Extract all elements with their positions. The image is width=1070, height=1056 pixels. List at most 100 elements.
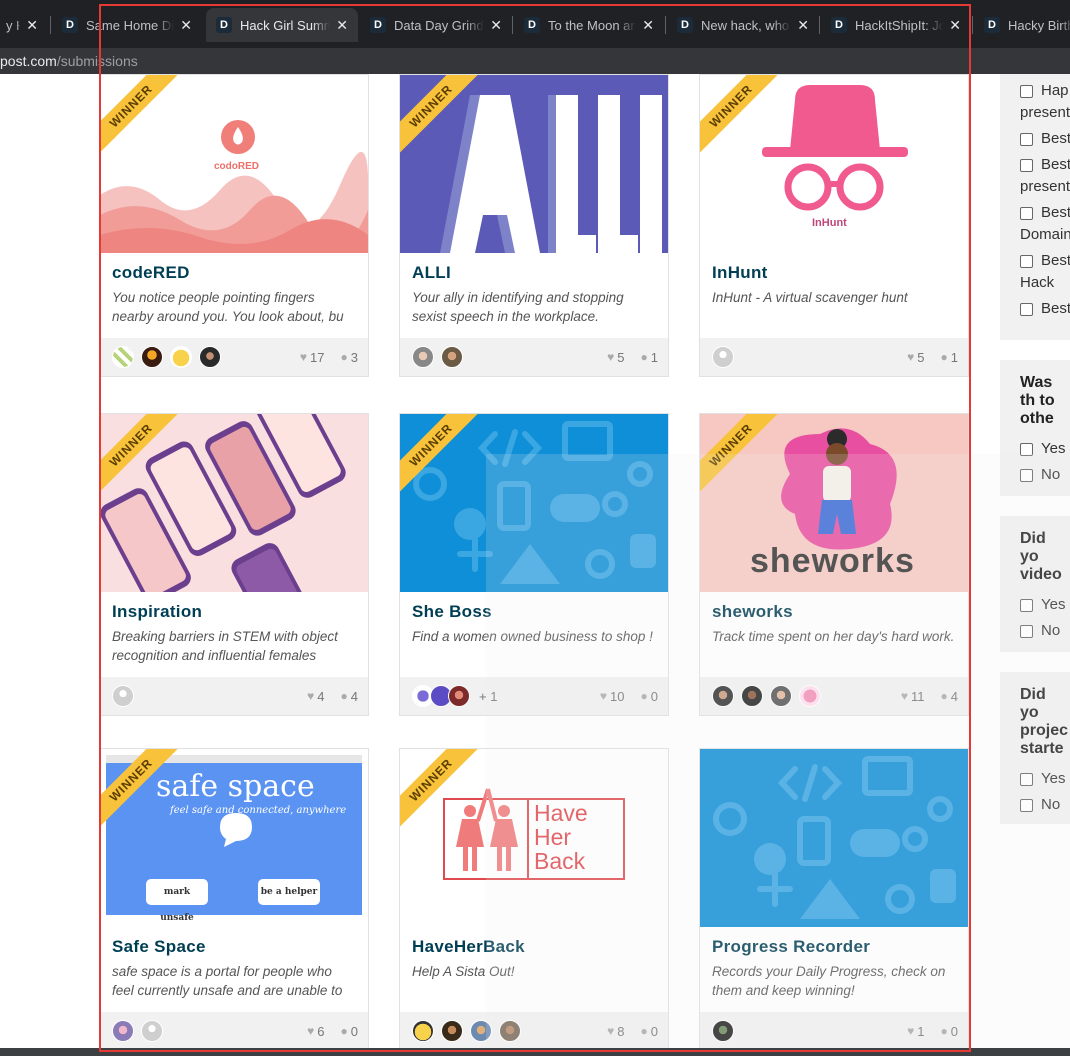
close-icon[interactable]: ✕ [642,17,654,34]
tab-0[interactable]: y Ha ✕ [0,8,48,42]
close-icon[interactable]: ✕ [949,17,961,34]
filter-label-continued: present [1000,102,1070,124]
filter-option[interactable]: Best [1000,298,1070,320]
filter-option[interactable]: Yes [1000,438,1070,460]
project-description: Track time spent on her day's hard work. [712,629,955,644]
avatar[interactable] [412,1020,434,1042]
card-footer: ♥ 1 ● 0 [700,1012,968,1050]
checkbox[interactable] [1020,85,1033,98]
avatar[interactable] [799,685,821,707]
project-title[interactable]: Inspiration [112,602,356,622]
question-filter-panel: Did yo video Yes No [1000,516,1070,652]
project-thumbnail[interactable]: sheworks WINNER [700,414,968,592]
project-title[interactable]: She Boss [412,602,656,622]
tab-7[interactable]: D Hacky Birtho [974,8,1070,42]
project-title[interactable]: sheworks [712,602,956,622]
checkbox[interactable] [1020,599,1033,612]
project-card[interactable]: sheworks WINNER sheworks Track time spen… [699,413,969,716]
filter-option[interactable]: Hap [1000,80,1070,102]
project-description: Find a women owned business to shop ! [412,629,653,644]
address-bar[interactable]: post.com/submissions [0,48,1070,74]
project-card[interactable]: WINNER ALLI Your ally in identifying and… [399,74,669,377]
project-card[interactable]: WINNER Inspiration Breaking barriers in … [99,413,369,716]
filter-option[interactable]: Best [1000,154,1070,176]
winner-ribbon: WINNER [100,414,180,494]
tab-5[interactable]: D New hack, who t ✕ [667,8,819,42]
tab-divider [665,16,666,34]
winner-ribbon: WINNER [400,75,480,155]
project-card[interactable]: codoRED WINNER codeRED You notice people… [99,74,369,377]
tab-2-active[interactable]: D Hack Girl Summe ✕ [206,8,358,42]
default-avatar-icon[interactable] [112,685,134,707]
avatar[interactable] [712,1020,734,1042]
filter-option[interactable]: Yes [1000,594,1070,616]
checkbox[interactable] [1020,207,1033,220]
close-icon[interactable]: ✕ [797,17,809,34]
checkbox[interactable] [1020,303,1033,316]
tab-4[interactable]: D To the Moon and ✕ [514,8,664,42]
filter-option[interactable]: Best [1000,128,1070,150]
checkbox[interactable] [1020,255,1033,268]
project-card[interactable]: InHunt WINNER InHunt InHunt - A virtual … [699,74,969,377]
checkbox[interactable] [1020,773,1033,786]
project-card[interactable]: WINNER She Boss Find a women owned busin… [399,413,669,716]
avatar[interactable] [112,346,134,368]
comment-icon: ● [340,350,348,364]
project-thumbnail[interactable]: WINNER [400,414,668,592]
project-card[interactable]: Progress Recorder Records your Daily Pro… [699,748,969,1051]
avatar[interactable] [199,346,221,368]
checkbox[interactable] [1020,159,1033,172]
avatar[interactable] [712,685,734,707]
filter-option[interactable]: No [1000,620,1070,642]
project-thumbnail[interactable]: InHunt WINNER [700,75,968,253]
close-icon[interactable]: ✕ [336,17,348,34]
filter-option[interactable]: Yes [1000,768,1070,790]
tab-3[interactable]: D Data Day Grind: I ✕ [360,8,512,42]
tab-1[interactable]: D Same Home Diff ✕ [52,8,202,42]
project-card[interactable]: Have Her Back WINNER HaveHerBack Help A … [399,748,669,1051]
project-thumbnail[interactable]: codoRED WINNER [100,75,368,253]
project-card[interactable]: safe space feel safe and connected, anyw… [99,748,369,1051]
avatar[interactable] [412,346,434,368]
winner-ribbon: WINNER [700,75,780,155]
comment-count: 4 [950,688,958,704]
heart-icon: ♥ [307,1024,315,1038]
avatar[interactable] [170,346,192,368]
checkbox[interactable] [1020,133,1033,146]
filter-option[interactable]: No [1000,794,1070,816]
checkbox[interactable] [1020,799,1033,812]
close-icon[interactable]: ✕ [490,17,502,34]
avatar[interactable] [441,1020,463,1042]
project-title[interactable]: codeRED [112,263,356,283]
default-avatar-icon[interactable] [141,1020,163,1042]
project-title[interactable]: InHunt [712,263,956,283]
tab-6[interactable]: D HackItShipIt: Join ✕ [821,8,971,42]
filter-option[interactable]: No [1000,464,1070,486]
close-icon[interactable]: ✕ [26,17,38,34]
project-title[interactable]: ALLI [412,263,656,283]
project-thumbnail[interactable]: safe space feel safe and connected, anyw… [100,749,368,927]
project-title[interactable]: HaveHerBack [412,937,656,957]
default-avatar-icon[interactable] [712,346,734,368]
avatar[interactable] [112,1020,134,1042]
filter-option[interactable]: Best [1000,250,1070,272]
close-icon[interactable]: ✕ [180,17,192,34]
checkbox[interactable] [1020,469,1033,482]
avatar[interactable] [470,1020,492,1042]
project-title[interactable]: Progress Recorder [712,937,956,957]
avatar[interactable] [770,685,792,707]
avatar[interactable] [441,346,463,368]
avatar[interactable] [448,685,470,707]
checkbox[interactable] [1020,443,1033,456]
project-thumbnail[interactable]: WINNER [400,75,668,253]
avatar[interactable] [741,685,763,707]
more-members-count[interactable]: + 1 [479,689,497,704]
avatar[interactable] [141,346,163,368]
project-title[interactable]: Safe Space [112,937,356,957]
filter-option[interactable]: Best [1000,202,1070,224]
checkbox[interactable] [1020,625,1033,638]
avatar[interactable] [499,1020,521,1042]
project-thumbnail[interactable]: Have Her Back WINNER [400,749,668,927]
project-thumbnail[interactable]: WINNER [100,414,368,592]
project-thumbnail[interactable] [700,749,968,927]
